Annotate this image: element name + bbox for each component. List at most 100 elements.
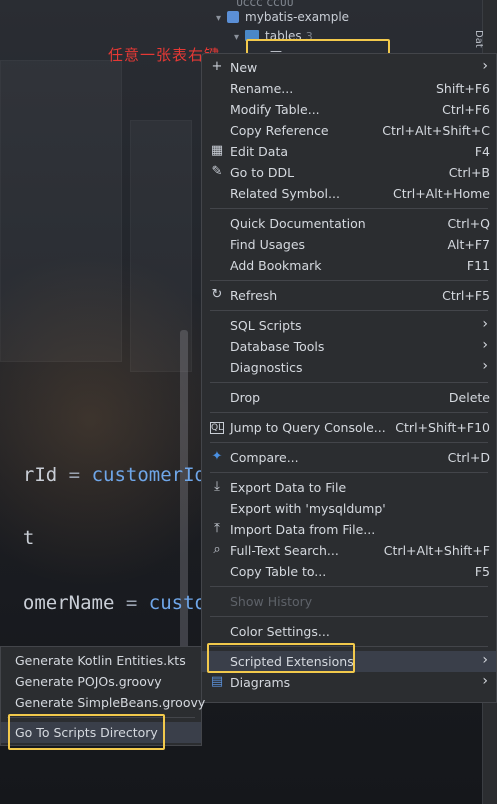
chevron-right-icon: › (482, 358, 488, 374)
menu-item-rename[interactable]: Rename... Shift+F6 (202, 78, 496, 99)
pencil-icon: ✎ (211, 164, 223, 179)
refresh-icon: ↻ (211, 287, 223, 302)
menu-separator (210, 442, 488, 443)
code-identifier: t (22, 527, 35, 549)
console-icon: QL (210, 422, 224, 434)
menu-item-copy-table[interactable]: Copy Table to... F5 (202, 561, 496, 582)
table-icon: ▦ (210, 143, 224, 158)
menu-item-shortcut: Ctrl+F5 (442, 288, 490, 303)
menu-item-diagrams[interactable]: ▤ Diagrams › (202, 672, 496, 693)
code-operator: = (125, 592, 138, 614)
menu-separator (210, 616, 488, 617)
submenu-item-label: Generate Kotlin Entities.kts (15, 653, 186, 668)
menu-item-show-history: Show History (202, 591, 496, 612)
menu-item-export-data[interactable]: ⤓ Export Data to File (202, 477, 496, 498)
menu-item-jump-to-console[interactable]: QL Jump to Query Console... Ctrl+Shift+F… (202, 417, 496, 438)
menu-separator (210, 382, 488, 383)
download-icon: ⤓ (214, 479, 220, 494)
menu-item-label: Full-Text Search... (230, 543, 339, 558)
menu-item-copy-reference[interactable]: Copy Reference Ctrl+Alt+Shift+C (202, 120, 496, 141)
highlight-box-scripted-extensions (207, 643, 355, 673)
menu-item-label: Rename... (230, 81, 294, 96)
menu-item-modify-table[interactable]: Modify Table... Ctrl+F6 (202, 99, 496, 120)
tree-item-partial[interactable]: ᴜᴄᴄᴄ ᴄᴄᴜᴜ (236, 0, 293, 9)
menu-item-drop[interactable]: Drop Delete (202, 387, 496, 408)
menu-separator (210, 412, 488, 413)
menu-item-label: Go to DDL (230, 165, 295, 180)
menu-item-shortcut: Ctrl+Alt+Home (392, 186, 490, 201)
menu-item-label: Drop (230, 390, 261, 405)
menu-separator (210, 280, 488, 281)
search-icon: ⌕ (213, 542, 221, 557)
diagram-icon: ▤ (210, 674, 224, 689)
menu-item-database-tools[interactable]: Database Tools › (202, 336, 496, 357)
database-icon (227, 11, 240, 23)
menu-item-shortcut: Ctrl+Alt+Shift+C (382, 123, 490, 138)
menu-item-label: Compare... (230, 450, 299, 465)
code-identifier: rId (22, 464, 58, 486)
menu-item-export-mysqldump[interactable]: Export with 'mysqldump' (202, 498, 496, 519)
submenu-item-label: Generate SimpleBeans.groovy (15, 695, 206, 710)
menu-item-related-symbol[interactable]: Related Symbol... Ctrl+Alt+Home (202, 183, 496, 204)
menu-item-label: Quick Documentation (230, 216, 366, 231)
menu-item-new[interactable]: + New › (202, 57, 496, 78)
menu-item-refresh[interactable]: ↻ Refresh Ctrl+F5 (202, 285, 496, 306)
tree-item-database[interactable]: ▾ mybatis-example (216, 10, 349, 24)
menu-item-label: Color Settings... (230, 624, 330, 639)
menu-item-sql-scripts[interactable]: SQL Scripts › (202, 315, 496, 336)
chevron-down-icon[interactable]: ▾ (234, 32, 239, 43)
menu-item-shortcut: F4 (474, 144, 490, 159)
chevron-right-icon: › (482, 316, 488, 332)
menu-item-shortcut: F5 (474, 564, 490, 579)
menu-separator (210, 310, 488, 311)
menu-item-edit-data[interactable]: ▦ Edit Data F4 (202, 141, 496, 162)
menu-separator (210, 472, 488, 473)
chevron-right-icon: › (482, 652, 488, 668)
chevron-right-icon: › (482, 337, 488, 353)
menu-item-full-text-search[interactable]: ⌕ Full-Text Search... Ctrl+Alt+Shift+F (202, 540, 496, 561)
menu-item-label: Import Data from File... (230, 522, 376, 537)
menu-item-label: Diagrams (230, 675, 291, 690)
plus-icon: + (211, 59, 223, 74)
menu-item-add-bookmark[interactable]: Add Bookmark F11 (202, 255, 496, 276)
menu-item-label: Copy Table to... (230, 564, 327, 579)
submenu-item-pojos[interactable]: Generate POJOs.groovy (1, 671, 201, 692)
menu-item-shortcut: Ctrl+Shift+F10 (395, 420, 490, 435)
menu-item-label: Refresh (230, 288, 278, 303)
menu-item-label: New (230, 60, 258, 75)
menu-item-go-to-ddl[interactable]: ✎ Go to DDL Ctrl+B (202, 162, 496, 183)
menu-item-shortcut: Ctrl+Q (447, 216, 490, 231)
menu-item-label: Edit Data (230, 144, 289, 159)
menu-item-compare[interactable]: ✦ Compare... Ctrl+D (202, 447, 496, 468)
menu-item-label: Show History (230, 594, 313, 609)
menu-item-label: Add Bookmark (230, 258, 322, 273)
submenu-item-simplebeans[interactable]: Generate SimpleBeans.groovy (1, 692, 205, 713)
submenu-item-kotlin[interactable]: Generate Kotlin Entities.kts (1, 650, 201, 671)
menu-separator (210, 208, 488, 209)
code-line: t (0, 505, 34, 549)
menu-item-label: Jump to Query Console... (230, 420, 386, 435)
menu-item-shortcut: Ctrl+D (447, 450, 490, 465)
code-line: rId = customerId (0, 442, 206, 486)
menu-item-shortcut: Shift+F6 (435, 81, 490, 96)
submenu-item-label: Generate POJOs.groovy (15, 674, 162, 689)
compare-icon: ✦ (211, 449, 223, 464)
menu-item-label: Export with 'mysqldump' (230, 501, 386, 516)
chevron-right-icon: › (482, 673, 488, 689)
menu-item-import-data[interactable]: ⤒ Import Data from File... (202, 519, 496, 540)
menu-item-quick-documentation[interactable]: Quick Documentation Ctrl+Q (202, 213, 496, 234)
menu-item-label: Export Data to File (230, 480, 347, 495)
code-variable: customerId (91, 464, 206, 486)
code-operator: = (68, 464, 81, 486)
menu-item-label: SQL Scripts (230, 318, 302, 333)
menu-item-shortcut: Ctrl+B (448, 165, 490, 180)
code-line: omerName = custor (0, 570, 218, 614)
menu-item-color-settings[interactable]: Color Settings... (202, 621, 496, 642)
database-tool-tab[interactable]: Dat (473, 30, 484, 48)
menu-item-find-usages[interactable]: Find Usages Alt+F7 (202, 234, 496, 255)
tree-item-label: mybatis-example (245, 10, 350, 24)
upload-icon: ⤒ (214, 521, 220, 536)
chevron-down-icon[interactable]: ▾ (216, 13, 221, 24)
menu-item-shortcut: Ctrl+F6 (442, 102, 490, 117)
menu-item-diagnostics[interactable]: Diagnostics › (202, 357, 496, 378)
